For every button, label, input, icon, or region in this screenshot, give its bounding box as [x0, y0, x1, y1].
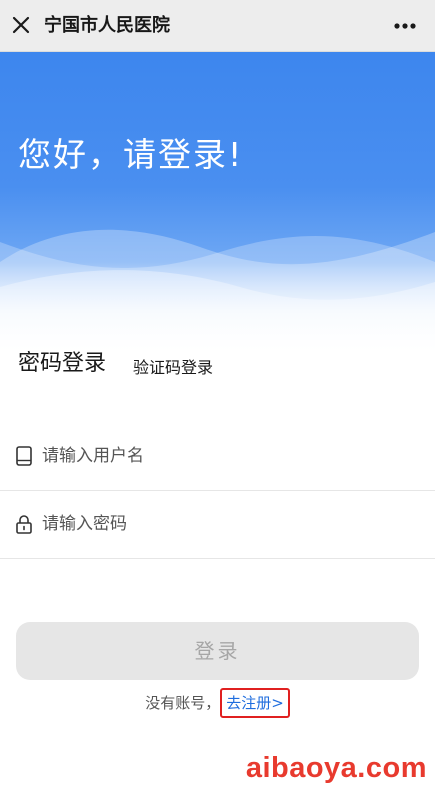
- password-row: [0, 491, 435, 559]
- window-title: 宁国市人民医院: [44, 15, 170, 36]
- wave-decoration: [0, 229, 435, 352]
- tab-sms-code-login[interactable]: 验证码登录: [133, 354, 213, 378]
- register-link[interactable]: 去注册>: [220, 688, 290, 718]
- username-row: [0, 423, 435, 491]
- lock-icon: [16, 515, 32, 534]
- tab-password-login[interactable]: 密码登录: [18, 345, 106, 377]
- greeting-heading: 您好，请登录!: [18, 135, 244, 174]
- phone-icon: [16, 446, 32, 466]
- hero-banner: 您好，请登录!: [0, 52, 435, 352]
- register-row: 没有账号， 去注册>: [0, 688, 435, 722]
- watermark-text: aibaoya.com: [245, 752, 427, 784]
- title-bar: 宁国市人民医院: [0, 0, 435, 52]
- register-prompt: 没有账号，: [145, 694, 221, 712]
- more-horizontal-icon: [394, 23, 416, 29]
- username-input[interactable]: [42, 439, 412, 473]
- password-input[interactable]: [42, 507, 412, 541]
- close-button[interactable]: [6, 10, 36, 40]
- more-button[interactable]: [389, 12, 421, 40]
- login-button[interactable]: 登录: [16, 622, 419, 680]
- close-icon: [12, 16, 30, 34]
